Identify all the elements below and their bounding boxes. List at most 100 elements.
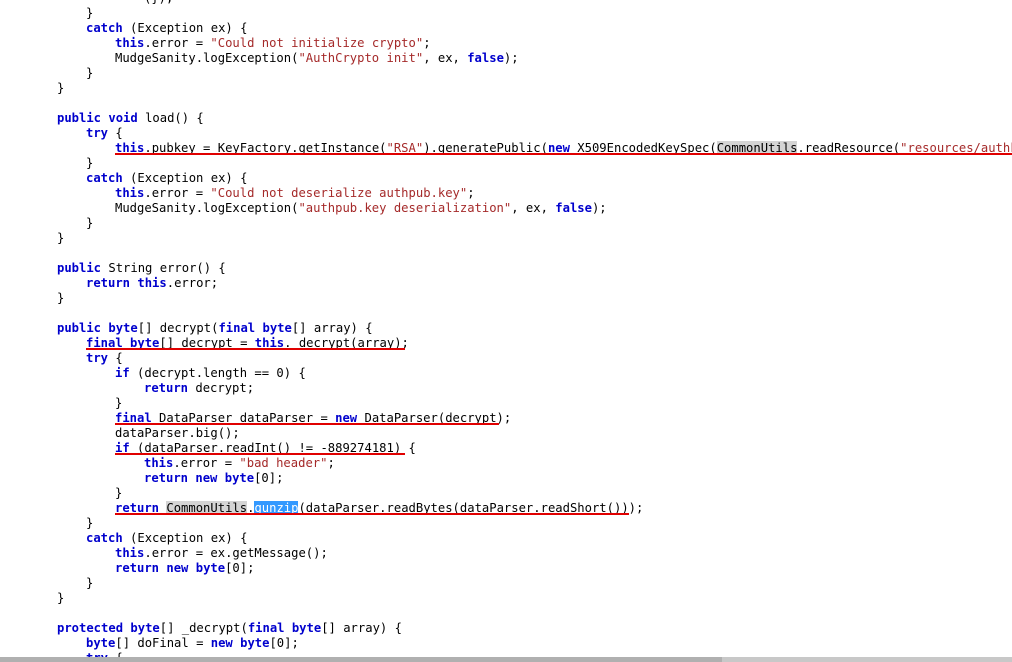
- code-line[interactable]: }: [28, 516, 1012, 531]
- keyword-token: catch: [86, 21, 123, 35]
- code-line[interactable]: [28, 306, 1012, 321]
- keyword-token: this: [115, 186, 145, 200]
- keyword-token: new: [195, 471, 218, 485]
- code-token: MudgeSanity.logException(: [115, 51, 299, 65]
- code-line[interactable]: if (decrypt.length == 0) {: [28, 366, 1012, 381]
- code-line[interactable]: return new byte[0];: [28, 471, 1012, 486]
- horizontal-scrollbar-thumb[interactable]: [0, 657, 722, 662]
- keyword-token: new: [166, 561, 189, 575]
- code-line[interactable]: }: [28, 81, 1012, 96]
- code-token: .error =: [173, 456, 240, 470]
- string-token: "bad header": [239, 456, 328, 470]
- keyword-token: catch: [86, 531, 123, 545]
- code-token: );: [591, 201, 607, 215]
- code-token: );: [503, 51, 519, 65]
- code-line[interactable]: return decrypt;: [28, 381, 1012, 396]
- code-line[interactable]: MudgeSanity.logException("authpub.key de…: [28, 201, 1012, 216]
- keyword-token: public: [57, 321, 102, 335]
- code-token: }: [115, 396, 123, 410]
- code-line-content: final DataParser dataParser = new DataPa…: [28, 411, 511, 426]
- code-line[interactable]: return CommonUtils.gunzip(dataParser.rea…: [28, 501, 1012, 516]
- keyword-token: byte: [291, 621, 322, 635]
- keyword-token: false: [467, 51, 504, 65]
- code-line[interactable]: dataParser.big();: [28, 426, 1012, 441]
- code-line-content: this.pubkey = KeyFactory.getInstance("RS…: [28, 141, 1012, 156]
- code-line[interactable]: catch (Exception ex) {: [28, 171, 1012, 186]
- code-line[interactable]: this.error = "bad header";: [28, 456, 1012, 471]
- keyword-token: byte: [195, 561, 226, 575]
- code-line[interactable]: }: [28, 216, 1012, 231]
- keyword-token: return: [144, 471, 189, 485]
- code-line[interactable]: try {: [28, 351, 1012, 366]
- code-line[interactable]: }: [28, 291, 1012, 306]
- code-line[interactable]: }: [28, 396, 1012, 411]
- code-line-content: return decrypt;: [28, 381, 254, 396]
- code-line[interactable]: public void load() {: [28, 111, 1012, 126]
- code-line-content: public byte[] decrypt(final byte[] array…: [28, 321, 373, 336]
- code-token: MudgeSanity.logException(: [115, 201, 299, 215]
- code-line[interactable]: public String error() {: [28, 261, 1012, 276]
- code-line[interactable]: }: [28, 66, 1012, 81]
- code-token: [0];: [269, 636, 299, 650]
- code-line[interactable]: [28, 96, 1012, 111]
- code-line[interactable]: return this.error;: [28, 276, 1012, 291]
- code-line[interactable]: catch (Exception ex) {: [28, 531, 1012, 546]
- code-line[interactable]: }: [28, 156, 1012, 171]
- keyword-token: byte: [262, 321, 292, 335]
- code-token: {: [108, 126, 123, 140]
- code-line[interactable]: catch (Exception ex) {: [28, 21, 1012, 36]
- code-token: [0];: [225, 561, 255, 575]
- code-line[interactable]: [28, 246, 1012, 261]
- code-line[interactable]: public byte[] decrypt(final byte[] array…: [28, 321, 1012, 336]
- code-line[interactable]: }: [28, 591, 1012, 606]
- code-surface[interactable]: (});}catch (Exception ex) {this.error = …: [0, 0, 1012, 657]
- code-token: (Exception ex) {: [122, 21, 248, 35]
- code-token: [0];: [254, 471, 284, 485]
- keyword-token: try: [86, 351, 109, 365]
- code-editor[interactable]: (});}catch (Exception ex) {this.error = …: [0, 0, 1012, 662]
- code-line[interactable]: }: [28, 486, 1012, 501]
- code-token: }: [86, 6, 94, 20]
- code-token: }: [86, 516, 94, 530]
- code-token: [] decrypt(: [137, 321, 219, 335]
- code-line-content: this.error = "Could not initialize crypt…: [28, 36, 431, 51]
- code-token: decrypt;: [188, 381, 255, 395]
- code-token: }: [86, 156, 94, 170]
- code-token: }: [57, 291, 65, 305]
- code-line[interactable]: }: [28, 231, 1012, 246]
- code-line-content: }: [28, 291, 64, 306]
- keyword-token: public: [57, 261, 102, 275]
- code-line[interactable]: protected byte[] _decrypt(final byte[] a…: [28, 621, 1012, 636]
- keyword-token: void: [108, 111, 138, 125]
- code-line[interactable]: }: [28, 576, 1012, 591]
- code-line[interactable]: }: [28, 6, 1012, 21]
- keyword-token: byte: [108, 321, 138, 335]
- code-line[interactable]: try {: [28, 126, 1012, 141]
- code-line[interactable]: this.error = ex.getMessage();: [28, 546, 1012, 561]
- error-underline: [115, 153, 1012, 155]
- code-line[interactable]: this.pubkey = KeyFactory.getInstance("RS…: [28, 141, 1012, 156]
- code-line-content: this.error = "bad header";: [28, 456, 335, 471]
- keyword-token: byte: [240, 636, 270, 650]
- code-line-content: }: [28, 216, 93, 231]
- code-line[interactable]: final byte[] decrypt = this._decrypt(arr…: [28, 336, 1012, 351]
- code-line-content: return new byte[0];: [28, 561, 254, 576]
- code-line[interactable]: this.error = "Could not deserialize auth…: [28, 186, 1012, 201]
- horizontal-scrollbar[interactable]: [0, 657, 1012, 662]
- keyword-token: final: [218, 321, 256, 335]
- code-token: [] array) {: [321, 621, 402, 635]
- code-line[interactable]: if (dataParser.readInt() != -889274181) …: [28, 441, 1012, 456]
- code-line[interactable]: return new byte[0];: [28, 561, 1012, 576]
- code-line[interactable]: [28, 606, 1012, 621]
- code-line-content: [28, 606, 35, 621]
- code-line-content: }: [28, 516, 93, 531]
- code-line[interactable]: final DataParser dataParser = new DataPa…: [28, 411, 1012, 426]
- code-line[interactable]: MudgeSanity.logException("AuthCrypto ini…: [28, 51, 1012, 66]
- keyword-token: byte: [130, 621, 160, 635]
- keyword-token: public: [57, 111, 102, 125]
- code-line-content: try {: [28, 126, 123, 141]
- code-line[interactable]: this.error = "Could not initialize crypt…: [28, 36, 1012, 51]
- code-line[interactable]: byte[] doFinal = new byte[0];: [28, 636, 1012, 651]
- code-token: dataParser.big();: [115, 426, 240, 440]
